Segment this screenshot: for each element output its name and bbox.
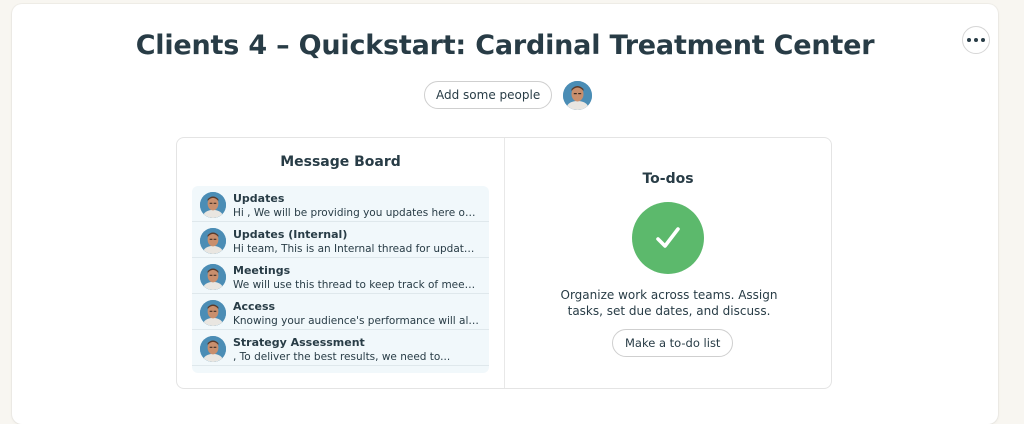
message-row[interactable]: Access Knowing your audience's performanc… [192, 294, 489, 330]
message-title: Meetings [233, 264, 291, 277]
people-row: Add some people [424, 80, 593, 110]
message-row[interactable]: Updates (Internal) Hi team, This is an In… [192, 222, 489, 258]
message-excerpt: Knowing your audience's performance will… [233, 315, 479, 327]
message-row[interactable]: Updates Hi , We will be providing you upd… [192, 186, 489, 222]
message-title: Updates [233, 192, 285, 205]
message-excerpt: We will use this thread to keep track of… [233, 279, 479, 291]
checkmark-icon [632, 202, 704, 274]
avatar [200, 228, 226, 254]
message-list: Updates Hi , We will be providing you upd… [192, 186, 489, 373]
message-excerpt: , To deliver the best results, we need t… [233, 351, 451, 363]
avatar[interactable] [563, 80, 593, 110]
avatar [200, 300, 226, 326]
message-row[interactable]: Strategy Assessment , To deliver the best… [192, 330, 489, 366]
project-tools: Message Board Updates Hi , We will be pro… [176, 137, 832, 389]
project-title: Clients 4 – Quickstart: Cardinal Treatme… [135, 30, 875, 61]
message-board-title[interactable]: Message Board [177, 154, 504, 170]
add-people-button[interactable]: Add some people [424, 81, 553, 109]
avatar [200, 336, 226, 362]
todos-description: Organize work across teams. Assign tasks… [560, 288, 778, 318]
message-title: Strategy Assessment [233, 336, 365, 349]
avatar [200, 264, 226, 290]
make-todo-list-button[interactable]: Make a to-do list [612, 329, 734, 357]
message-excerpt: Hi team, This is an Internal thread for … [233, 243, 479, 255]
avatar [200, 192, 226, 218]
todos-title[interactable]: To-dos [505, 171, 831, 187]
message-title: Updates (Internal) [233, 228, 348, 241]
message-board-card[interactable]: Message Board Updates Hi , We will be pro… [177, 138, 504, 388]
message-excerpt: Hi , We will be providing you updates he… [233, 207, 479, 219]
todos-card[interactable]: To-dos Organize work across teams. Assig… [504, 138, 831, 388]
message-title: Access [233, 300, 276, 313]
message-row[interactable]: Meetings We will use this thread to keep … [192, 258, 489, 294]
